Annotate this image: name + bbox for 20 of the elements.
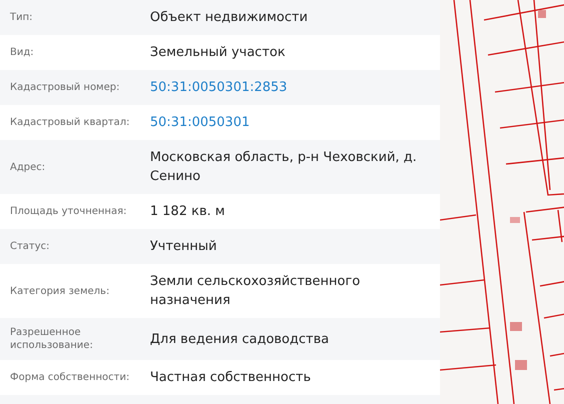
property-value: Для ведения садоводства [150, 330, 330, 348]
property-label: Вид: [9, 46, 35, 59]
property-label: Площадь уточненная: [9, 205, 128, 218]
property-link[interactable]: 50:31:0050301 [150, 113, 250, 132]
property-value: Московская область, р-н Чеховский, д. Сенино [150, 149, 418, 186]
property-label: Адрес: [9, 160, 46, 174]
property-value: Учтенный [150, 238, 218, 256]
property-label: Разрешенное использование: [9, 326, 94, 352]
property-link[interactable]: 50:31:0050301:2853 [150, 78, 288, 97]
property-label: Статус: [9, 240, 51, 253]
property-label: Тип: [9, 11, 34, 24]
property-label: Форма собственности: [9, 371, 130, 384]
property-value: Земельный участок [150, 44, 286, 62]
property-value: 1 182 кв. м [150, 203, 226, 221]
property-label: Категория земель: [9, 284, 110, 298]
property-label: Кадастровый квартал: [9, 116, 131, 129]
property-value: Частная собственность [150, 369, 312, 387]
property-value: Объект недвижимости [150, 9, 309, 27]
property-value: Земли сельскохозяйственного назначения [150, 273, 362, 310]
property-label: Кадастровый номер: [9, 81, 121, 94]
